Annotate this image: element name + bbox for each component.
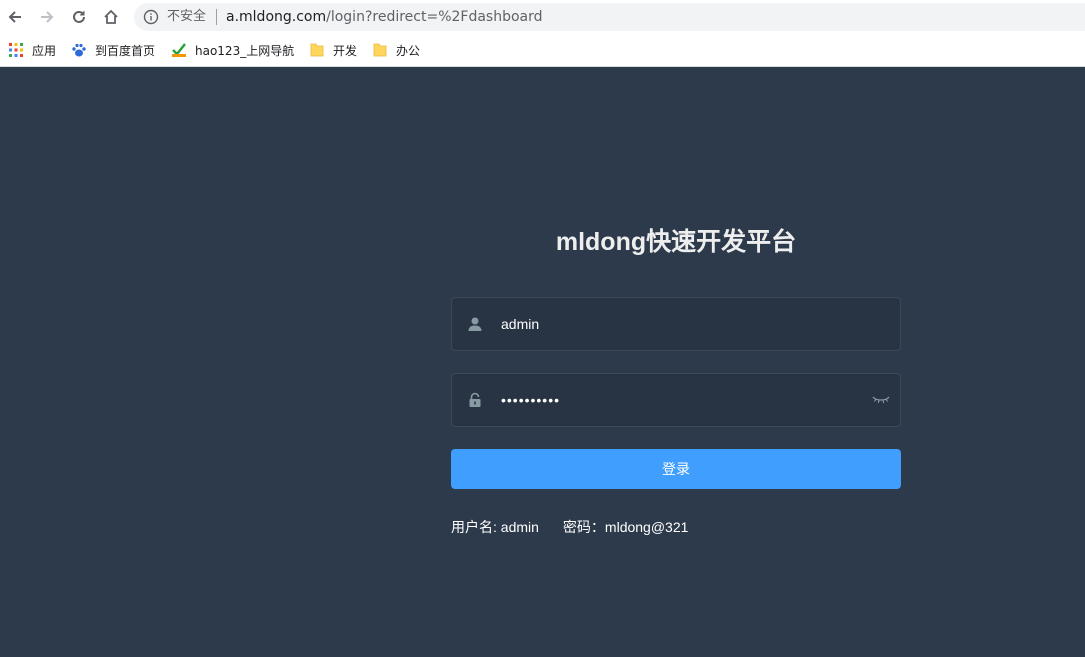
apps-grid-icon [9,43,23,57]
bookmark-label: 应用 [32,43,57,58]
back-arrow-icon [8,11,21,23]
login-button[interactable]: 登录 [451,449,901,489]
bookmark-label: hao123_上网导航 [195,43,295,58]
folder-icon [373,43,387,57]
page-title: mldong快速开发平台 [555,228,797,256]
bookmark-folder-office[interactable]: 办公 [372,41,420,59]
forward-arrow-icon [41,11,54,23]
login-page: mldong快速开发平台 admin •••••••••• 登录 用户名: ad… [0,68,1085,657]
user-icon [468,317,482,331]
url-host: a.mldong.com [226,9,327,25]
bookmark-apps[interactable]: 应用 [8,41,56,59]
bookmark-label: 开发 [333,43,358,58]
omnibox-divider [216,9,217,25]
bookmark-folder-dev[interactable]: 开发 [309,41,357,59]
password-field[interactable]: •••••••••• [451,373,901,427]
folder-icon [310,43,324,57]
username-field[interactable]: admin [451,297,901,351]
bookmarks-bar: 应用 到百度首页 hao123_上网导航 开发 办公 [0,34,1085,67]
lock-icon [469,392,481,407]
home-button[interactable] [99,5,123,29]
username-tip: 用户名: admin [451,519,539,535]
home-icon [104,9,118,24]
bookmark-hao123[interactable]: hao123_上网导航 [171,41,294,59]
address-bar[interactable]: 不安全 a.mldong.com/login?redirect=%2Fdashb… [134,3,1085,31]
forward-button[interactable] [35,5,59,29]
reload-button[interactable] [67,5,91,29]
baidu-paw-icon [72,43,86,57]
eye-closed-icon[interactable] [872,394,890,406]
hao123-icon [172,43,186,57]
reload-icon [73,10,85,23]
bookmark-baidu[interactable]: 到百度首页 [71,41,155,59]
username-input[interactable]: admin [501,314,539,334]
login-tips: 用户名: admin 密码：mldong@321 [451,518,688,536]
password-tip: 密码：mldong@321 [562,519,689,535]
browser-toolbar: 不安全 a.mldong.com/login?redirect=%2Fdashb… [0,0,1085,34]
url-text[interactable]: a.mldong.com/login?redirect=%2Fdashboard [226,8,543,26]
url-path: /login?redirect=%2Fdashboard [326,9,543,25]
back-button[interactable] [3,5,27,29]
bookmark-label: 办公 [396,43,421,58]
bookmark-label: 到百度首页 [95,43,156,58]
info-icon[interactable] [143,9,159,25]
password-input[interactable]: •••••••••• [501,390,560,410]
insecure-label[interactable]: 不安全 [167,9,206,25]
